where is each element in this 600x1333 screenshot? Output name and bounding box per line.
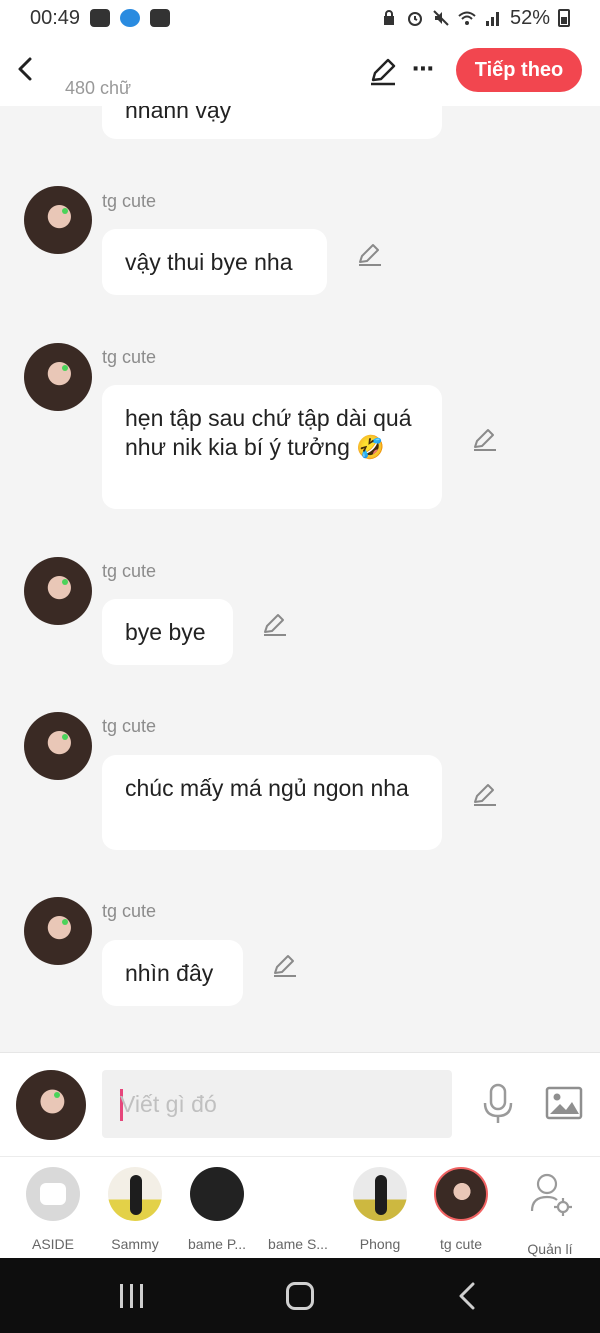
wifi-icon (458, 11, 476, 25)
character-manage[interactable]: Quản lí (510, 1167, 590, 1257)
message-text: bye bye (125, 619, 206, 645)
sender-avatar[interactable] (24, 186, 92, 254)
character-label: Quản lí (527, 1241, 573, 1257)
composer-bar: Viết gì đó (0, 1052, 600, 1156)
character-bar: ASIDE Sammy bame P... bame S... Phong tg… (0, 1156, 600, 1258)
sender-name: tg cute (102, 191, 157, 211)
sender-name: tg cute (102, 347, 157, 367)
character-bame-s[interactable]: bame S... (258, 1167, 338, 1252)
character-label: Sammy (111, 1236, 159, 1252)
notification-icon (150, 9, 171, 27)
sender-avatar[interactable] (24, 712, 92, 780)
battery-icon (558, 9, 570, 27)
message-input-placeholder: Viết gì đó (120, 1091, 217, 1117)
sender-name: tg cute (102, 901, 157, 921)
chat-bubble[interactable]: chúc mấy má ngủ ngon nha (102, 755, 442, 850)
system-back-icon[interactable] (455, 1282, 479, 1310)
status-time: 00:49 (30, 6, 81, 29)
chat-bubble[interactable]: nhìn đây (102, 940, 243, 1006)
character-avatar (271, 1167, 325, 1221)
character-phong[interactable]: Phong (340, 1167, 420, 1252)
character-avatar (108, 1167, 162, 1221)
edit-message-icon[interactable] (272, 952, 298, 978)
sender-name: tg cute (102, 561, 157, 581)
edit-title-icon[interactable] (368, 56, 398, 86)
message-text: vậy thui bye nha (125, 249, 293, 275)
microphone-icon[interactable] (480, 1083, 516, 1125)
edit-message-icon[interactable] (262, 611, 288, 637)
character-label: bame P... (187, 1236, 247, 1252)
character-avatar (434, 1167, 488, 1221)
system-nav-bar (0, 1258, 600, 1333)
signal-icon (485, 12, 499, 26)
image-icon[interactable] (545, 1085, 583, 1121)
battery-percent: 52% (509, 6, 550, 29)
top-app-bar: 480 chữ ⋯ Tiếp theo (0, 36, 600, 106)
sender-avatar[interactable] (24, 897, 92, 965)
chat-thread[interactable]: nhanh vậy tg cute vậy thui bye nha tg cu… (0, 106, 600, 1052)
sender-avatar[interactable] (24, 557, 92, 625)
next-button[interactable]: Tiếp theo (456, 48, 582, 92)
home-icon[interactable] (286, 1282, 314, 1310)
character-label: Phong (359, 1236, 401, 1252)
message-text: hẹn tập sau chứ tập dài quá như nik kia … (125, 405, 412, 460)
recent-apps-icon[interactable] (118, 1283, 146, 1309)
word-count: 480 chữ (65, 78, 132, 98)
aside-icon (26, 1167, 80, 1221)
edit-message-icon[interactable] (357, 241, 383, 267)
character-label: tg cute (439, 1236, 483, 1252)
status-right: 52% (380, 7, 570, 30)
chat-bubble[interactable]: vậy thui bye nha (102, 229, 327, 295)
character-label: ASIDE (31, 1236, 74, 1252)
manage-characters-icon (530, 1173, 572, 1216)
character-avatar (353, 1167, 407, 1221)
more-options-icon[interactable]: ⋯ (412, 56, 440, 86)
app-notification-icon (120, 9, 141, 27)
alarm-icon (407, 12, 422, 26)
youtube-notification-icon (90, 9, 111, 27)
edit-message-icon[interactable] (472, 781, 498, 807)
chat-bubble[interactable]: bye bye (102, 599, 233, 665)
status-left: 00:49 (30, 6, 171, 30)
message-text: nhanh vậy (125, 106, 232, 123)
status-bar: 00:49 52% (0, 0, 600, 36)
current-character-avatar[interactable] (16, 1070, 86, 1140)
character-bame-p[interactable]: bame P... (177, 1167, 257, 1252)
mute-icon (433, 10, 449, 26)
character-aside[interactable]: ASIDE (13, 1167, 93, 1252)
edit-message-icon[interactable] (472, 426, 498, 452)
chat-bubble[interactable]: hẹn tập sau chứ tập dài quá như nik kia … (102, 385, 442, 509)
lock-icon (383, 10, 394, 25)
character-tg-cute[interactable]: tg cute (421, 1167, 501, 1252)
sender-name: tg cute (102, 716, 157, 736)
character-sammy[interactable]: Sammy (95, 1167, 175, 1252)
message-text: nhìn đây (125, 960, 214, 986)
chat-bubble-partial[interactable]: nhanh vậy (102, 106, 442, 139)
character-label: bame S... (268, 1236, 328, 1252)
character-avatar (190, 1167, 244, 1221)
sender-avatar[interactable] (24, 343, 92, 411)
back-arrow-icon[interactable] (12, 54, 42, 84)
message-input[interactable]: Viết gì đó (102, 1070, 452, 1138)
message-text: chúc mấy má ngủ ngon nha (125, 775, 409, 801)
